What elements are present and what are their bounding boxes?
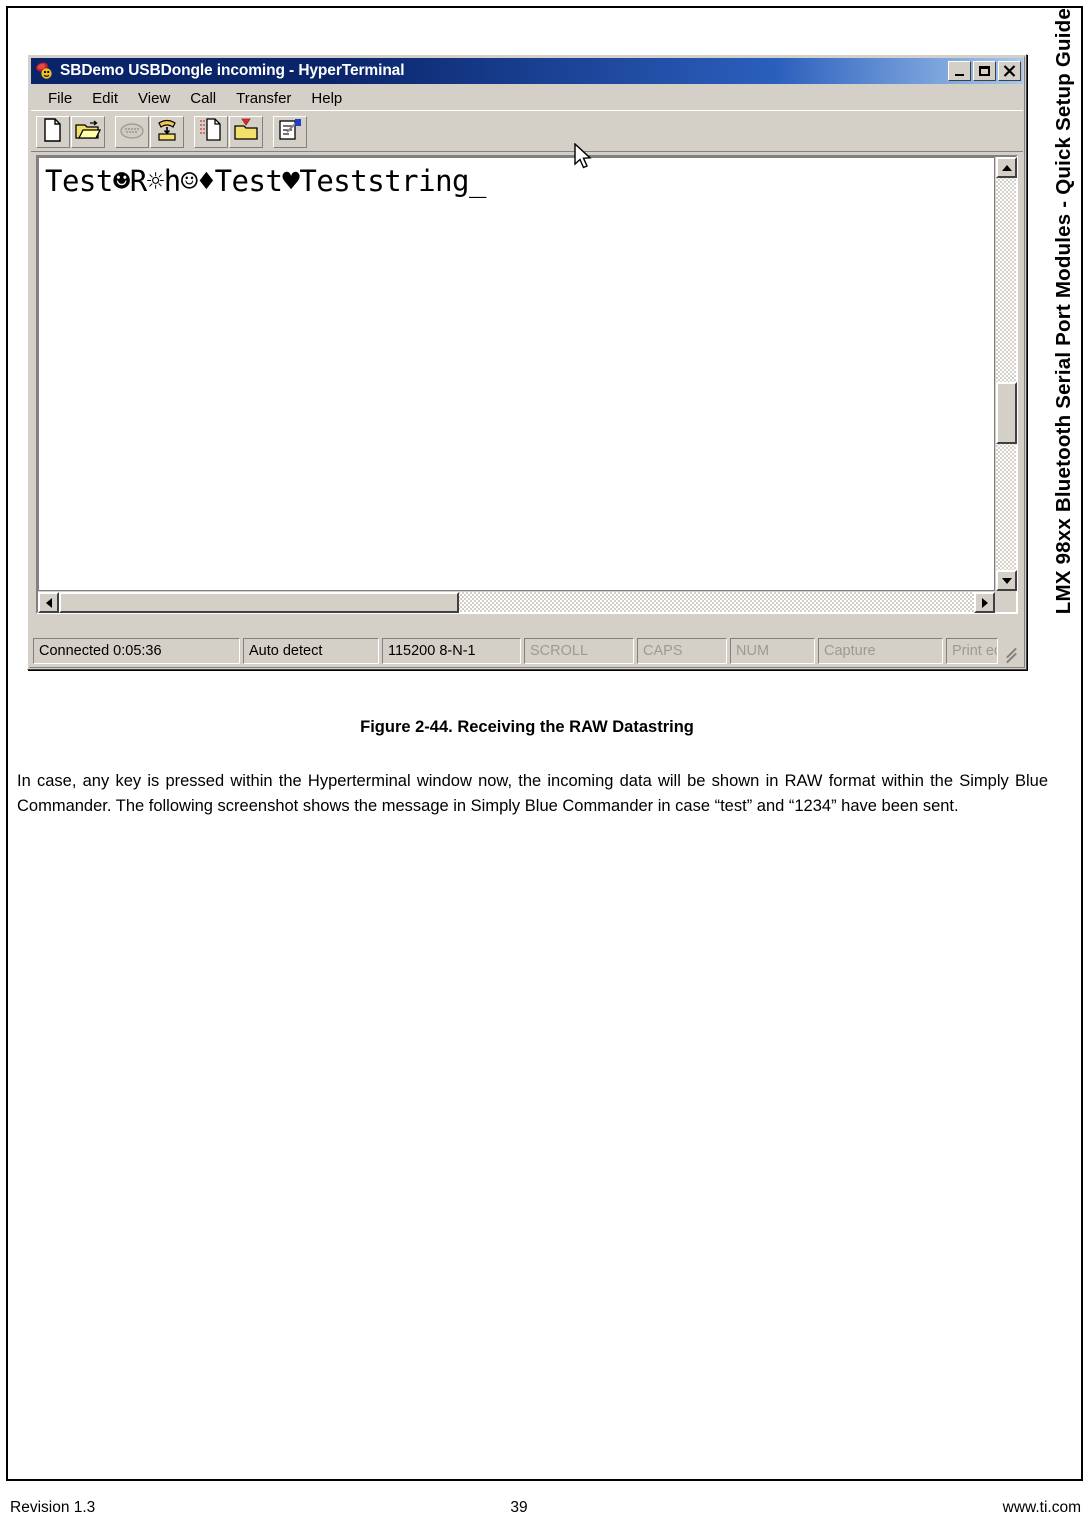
terminal-text: Test☻R☼h☺♦Test♥Teststring_ — [45, 164, 486, 198]
terminal-area: Test☻R☼h☺♦Test♥Teststring_ — [36, 155, 1018, 614]
vertical-scrollbar-thumb[interactable] — [996, 382, 1017, 444]
menubar[interactable]: File Edit View Call Transfer Help — [31, 86, 1023, 111]
menu-item-file[interactable]: File — [38, 89, 82, 108]
properties-button[interactable] — [273, 115, 307, 148]
chevron-up-icon — [1001, 164, 1012, 171]
receive-file-button[interactable] — [229, 115, 263, 148]
scroll-down-button[interactable] — [996, 570, 1017, 591]
running-head: LMX 98xx Bluetooth Serial Port Modules -… — [1039, 6, 1089, 626]
chevron-right-icon — [981, 597, 988, 608]
scroll-up-button[interactable] — [996, 157, 1017, 178]
toolbar[interactable] — [31, 112, 1023, 152]
horizontal-scrollbar-thumb[interactable] — [59, 592, 459, 613]
maximize-icon — [979, 66, 990, 76]
page-footer: Revision 1.3 39 www.ti.com — [10, 1496, 1081, 1520]
connection-status: Connected 0:05:36 — [33, 638, 240, 664]
menu-item-transfer[interactable]: Transfer — [226, 89, 301, 108]
figure-caption: Figure 2-44. Receiving the RAW Datastrin… — [360, 718, 694, 736]
scrollbar-corner — [995, 591, 1016, 612]
print-echo-indicator[interactable]: Print echo — [946, 638, 998, 664]
footer-url: www.ti.com — [1002, 1499, 1081, 1516]
menu-item-help[interactable]: Help — [301, 89, 352, 108]
menu-item-view[interactable]: View — [128, 89, 180, 108]
capture-indicator[interactable]: Capture — [818, 638, 943, 664]
send-file-icon — [199, 118, 223, 145]
open-connection-button[interactable] — [71, 115, 105, 148]
terminal-output[interactable]: Test☻R☼h☺♦Test♥Teststring_ — [38, 157, 995, 591]
scroll-right-button[interactable] — [974, 592, 995, 613]
horizontal-scrollbar[interactable] — [38, 591, 995, 613]
open-folder-icon — [75, 118, 102, 145]
maximize-button[interactable] — [973, 61, 996, 81]
new-document-icon — [43, 118, 63, 145]
properties-icon — [278, 118, 302, 145]
statusbar: Connected 0:05:36 Auto detect 115200 8-N… — [33, 638, 1021, 664]
footer-page-number: 39 — [510, 1499, 528, 1516]
scroll-left-button[interactable] — [38, 592, 59, 613]
minimize-button[interactable] — [948, 61, 971, 81]
window-controls — [948, 61, 1021, 81]
close-button[interactable] — [998, 61, 1021, 81]
menu-item-edit[interactable]: Edit — [82, 89, 128, 108]
new-connection-button[interactable] — [36, 115, 70, 148]
call-button[interactable] — [115, 115, 149, 148]
phone-icon — [119, 119, 145, 144]
hyperterminal-window[interactable]: SBDemo USBDongle incoming - HyperTermina… — [27, 54, 1027, 670]
num-indicator[interactable]: NUM — [730, 638, 815, 664]
body-paragraph: In case, any key is pressed within the H… — [17, 772, 1048, 815]
menu-item-call[interactable]: Call — [180, 89, 226, 108]
phone-hangup-icon — [155, 118, 179, 145]
close-icon — [999, 62, 1020, 80]
disconnect-button[interactable] — [150, 115, 184, 148]
send-file-button[interactable] — [194, 115, 228, 148]
caps-indicator[interactable]: CAPS — [637, 638, 727, 664]
minimize-icon — [955, 73, 964, 76]
chevron-left-icon — [45, 597, 52, 608]
window-titlebar[interactable]: SBDemo USBDongle incoming - HyperTermina… — [31, 58, 1023, 84]
receive-folder-icon — [233, 118, 259, 145]
window-title: SBDemo USBDongle incoming - HyperTermina… — [60, 62, 405, 79]
scroll-indicator[interactable]: SCROLL — [524, 638, 634, 664]
running-head-text: LMX 98xx Bluetooth Serial Port Modules -… — [1051, 8, 1075, 615]
serial-settings: 115200 8-N-1 — [382, 638, 521, 664]
vertical-scrollbar[interactable] — [995, 157, 1017, 591]
terminal-emulation: Auto detect — [243, 638, 379, 664]
hyperterminal-icon — [34, 61, 56, 81]
chevron-down-icon — [1001, 577, 1012, 584]
resize-grip[interactable] — [1001, 638, 1021, 664]
